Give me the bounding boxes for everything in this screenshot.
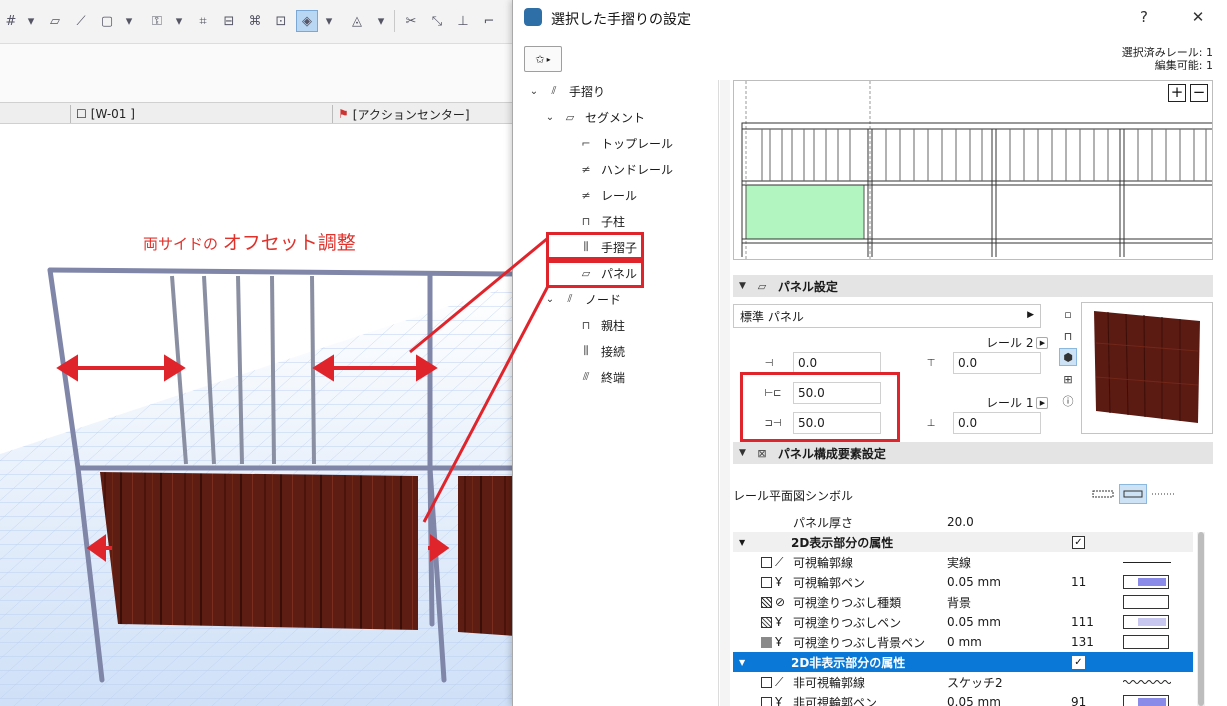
annotation-lines [409, 236, 550, 523]
highlight-offset-box [740, 372, 900, 442]
highlight-panel-box [546, 260, 644, 288]
highlight-baluster-box [546, 232, 644, 260]
